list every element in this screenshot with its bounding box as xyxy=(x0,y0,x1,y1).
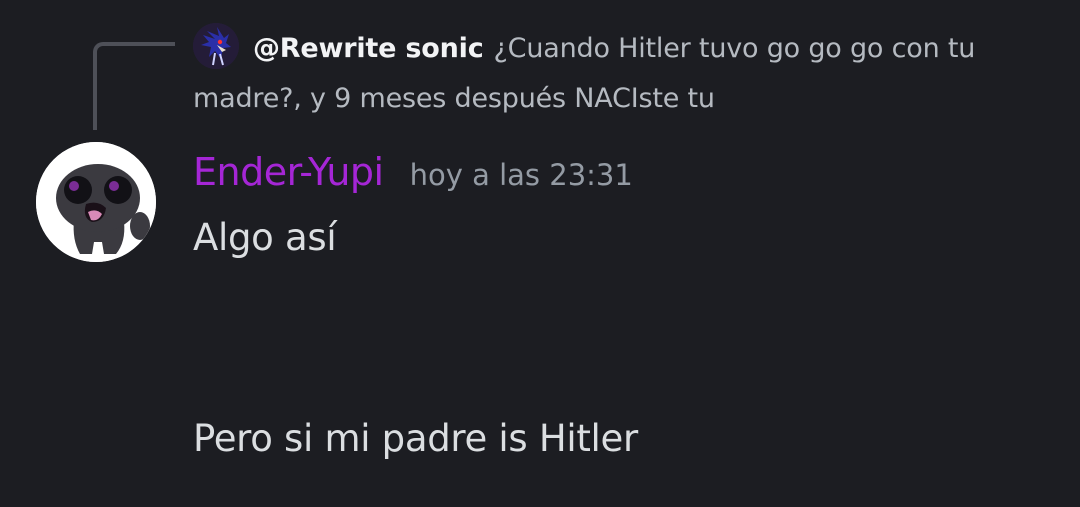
reply-connector xyxy=(93,42,175,130)
user-avatar-icon[interactable] xyxy=(36,142,156,262)
username[interactable]: Ender-Yupi xyxy=(193,150,384,194)
reply-preview[interactable]: @Rewrite sonic ¿Cuando Hitler tuvo go go … xyxy=(193,24,1033,124)
timestamp: hoy a las 23:31 xyxy=(409,158,633,192)
message-container: @Rewrite sonic ¿Cuando Hitler tuvo go go … xyxy=(0,0,1080,507)
message-header: Ender-Yupi hoy a las 23:31 xyxy=(193,150,633,206)
message-line-1: Algo así xyxy=(193,216,337,259)
reply-author[interactable]: @Rewrite sonic xyxy=(253,33,484,64)
message-line-2: Pero si mi padre is Hitler xyxy=(193,417,638,460)
